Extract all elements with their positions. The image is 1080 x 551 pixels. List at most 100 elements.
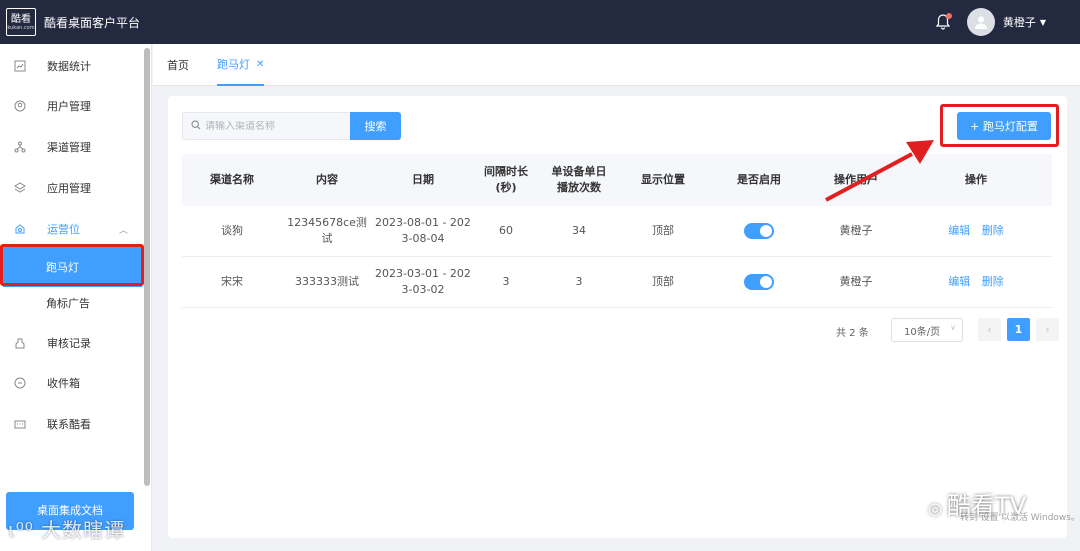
header-interval-line1: 间隔时长	[484, 165, 528, 178]
sidebar-item-marquee[interactable]: 跑马灯	[3, 247, 142, 287]
header-plays-line1: 单设备单日	[551, 165, 607, 178]
cell-interval: 60	[499, 224, 513, 237]
tab-home[interactable]: 首页	[167, 44, 189, 86]
sidebar-item-audit-records[interactable]: 审核记录	[0, 323, 142, 363]
sidebar-item-user-management[interactable]: 用户管理	[0, 86, 142, 126]
sidebar-scrollbar[interactable]	[144, 48, 150, 486]
delete-link[interactable]: 删除	[982, 224, 1004, 237]
inbox-icon	[13, 376, 27, 390]
notification-bell-icon[interactable]	[933, 12, 953, 32]
cell-date-line1: 2023-03-01 - 202	[375, 267, 471, 280]
cell-enabled	[706, 223, 812, 239]
header-plays-line2: 播放次数	[557, 181, 601, 194]
search-button[interactable]: 搜索	[350, 112, 401, 140]
windows-activation-watermark: 转到'设置'以激活 Windows。	[960, 513, 1080, 523]
channel-icon	[13, 140, 27, 154]
header-plays: 单设备单日 播放次数	[538, 164, 620, 196]
watermark-logo-icon: ɩ⁰⁰	[8, 518, 42, 542]
sidebar-item-badge-ads[interactable]: 角标广告	[0, 283, 142, 323]
edit-link[interactable]: 编辑	[948, 275, 970, 288]
table-header: 渠道名称 内容 日期 间隔时长 (秒) 单设备单日 播放次数 显示位置 是否启用…	[182, 154, 1052, 206]
sidebar-item-label: 联系酷看	[47, 418, 91, 431]
page-button-current[interactable]: 1	[1007, 318, 1030, 341]
header-date: 日期	[412, 173, 434, 186]
chevron-down-icon: ∨	[950, 323, 956, 332]
logo-text: 酷看	[11, 13, 31, 25]
watermark-left-text: 大数瞎谭	[41, 518, 126, 542]
sidebar-item-label: 审核记录	[47, 337, 91, 350]
notification-dot	[945, 13, 952, 19]
header-channel: 渠道名称	[210, 173, 254, 186]
sidebar: 数据统计 用户管理 渠道管理 应用管理 运营位 ︿ 跑马灯 角标广告 审核记录 …	[0, 44, 152, 551]
sidebar-item-app-management[interactable]: 应用管理	[0, 168, 142, 208]
header-interval: 间隔时长 (秒)	[474, 164, 538, 196]
tab-label: 首页	[167, 59, 189, 72]
table-row: 宋宋 333333测试 2023-03-01 - 202 3-03-02 3 3…	[182, 257, 1052, 308]
table-row: 谈狗 12345678ce测试 2023-08-01 - 202 3-08-04…	[182, 206, 1052, 257]
enabled-toggle[interactable]	[744, 274, 774, 290]
cell-date-line1: 2023-08-01 - 202	[375, 216, 471, 229]
cell-actions: 编辑 删除	[900, 223, 1052, 239]
cell-interval: 3	[502, 275, 510, 288]
cell-content: 12345678ce测试	[287, 216, 367, 245]
cell-date-line2: 3-08-04	[401, 232, 445, 245]
sidebar-item-label: 应用管理	[47, 182, 91, 195]
tab-label: 跑马灯	[217, 58, 250, 71]
sidebar-item-label: 角标广告	[46, 297, 90, 310]
close-icon[interactable]: ✕	[256, 59, 264, 70]
wechat-icon: ◎	[928, 499, 948, 518]
page-size-value: 10条/页	[904, 326, 941, 338]
search-field[interactable]	[182, 112, 350, 140]
delete-link[interactable]: 删除	[982, 275, 1004, 288]
user-avatar[interactable]	[966, 8, 995, 36]
cell-actions: 编辑 删除	[900, 274, 1052, 290]
enabled-toggle[interactable]	[744, 223, 774, 239]
sidebar-item-channel-management[interactable]: 渠道管理	[0, 127, 142, 167]
cell-channel: 宋宋	[221, 275, 243, 288]
cell-operator: 黄橙子	[839, 224, 873, 237]
header-right: 黄橙子 ▼	[933, 0, 1080, 44]
cell-date: 2023-03-01 - 202 3-03-02	[372, 266, 474, 298]
next-page-button[interactable]: ›	[1036, 318, 1059, 341]
chevron-up-icon: ︿	[118, 225, 128, 236]
header-position: 显示位置	[641, 173, 685, 186]
app-logo[interactable]: 酷看 kukan.com	[6, 8, 36, 36]
search-input[interactable]	[205, 120, 335, 132]
prev-page-button[interactable]: ‹	[978, 318, 1001, 341]
contact-icon	[13, 417, 27, 431]
username[interactable]: 黄橙子	[1003, 14, 1036, 30]
header-content: 内容	[316, 173, 338, 186]
search-icon	[191, 119, 201, 133]
logo-sub: kukan.com	[7, 24, 35, 31]
cell-position: 顶部	[652, 224, 674, 237]
tab-bar: 首页 跑马灯 ✕	[153, 44, 1080, 86]
add-marquee-config-button[interactable]: + 跑马灯配置	[957, 112, 1051, 140]
pagination-total: 共 2 条	[836, 328, 869, 339]
sidebar-item-label: 数据统计	[47, 60, 91, 73]
cell-channel: 谈狗	[221, 224, 243, 237]
sidebar-item-contact[interactable]: 联系酷看	[0, 404, 142, 444]
chart-icon	[13, 59, 27, 73]
edit-link[interactable]: 编辑	[948, 224, 970, 237]
tab-marquee[interactable]: 跑马灯 ✕	[217, 44, 265, 86]
header-actions: 操作	[965, 173, 987, 186]
cell-date-line2: 3-03-02	[401, 283, 445, 296]
sidebar-item-inbox[interactable]: 收件箱	[0, 363, 142, 403]
sidebar-item-operations[interactable]: 运营位 ︿	[0, 209, 142, 249]
pagination: 共 2 条 10条/页 ∨ ‹ 1 ›	[182, 318, 1059, 342]
cell-plays: 3	[575, 275, 583, 288]
header-interval-line2: (秒)	[495, 181, 517, 194]
cell-plays: 34	[572, 224, 586, 237]
cell-date: 2023-08-01 - 202 3-08-04	[372, 215, 474, 247]
header-enabled: 是否启用	[737, 173, 781, 186]
app-title: 酷看桌面客户平台	[44, 15, 141, 30]
toggle-knob	[760, 276, 772, 288]
sidebar-item-label: 收件箱	[47, 377, 80, 390]
sidebar-item-label: 用户管理	[47, 100, 91, 113]
marquee-table: 渠道名称 内容 日期 间隔时长 (秒) 单设备单日 播放次数 显示位置 是否启用…	[182, 154, 1052, 308]
sidebar-item-data-stats[interactable]: 数据统计	[0, 46, 142, 86]
user-menu-caret-icon[interactable]: ▼	[1040, 18, 1046, 27]
page-size-select[interactable]: 10条/页 ∨	[891, 318, 963, 342]
top-header: 酷看 kukan.com 酷看桌面客户平台 黄橙子 ▼	[0, 0, 1080, 44]
main-card: 搜索 + 跑马灯配置 渠道名称 内容 日期 间隔时长 (秒) 单设备单日 播放次…	[168, 96, 1067, 538]
